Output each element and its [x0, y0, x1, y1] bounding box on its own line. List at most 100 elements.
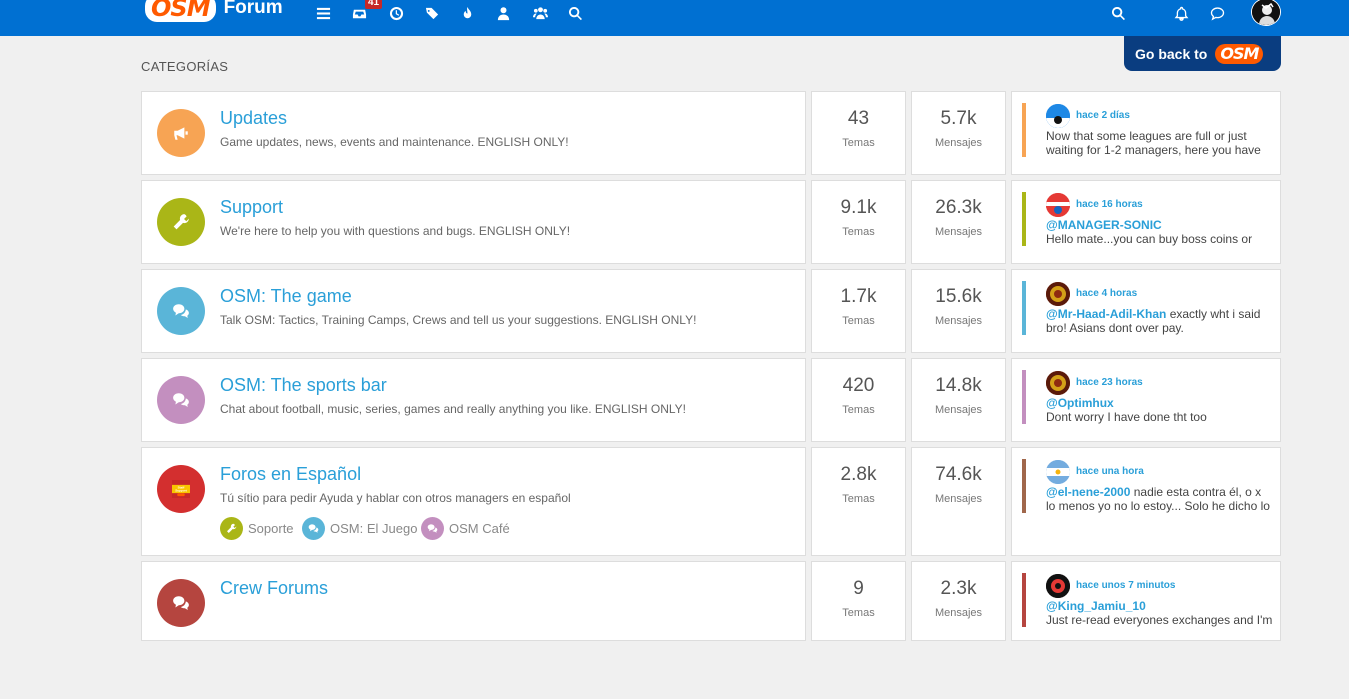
- last-post-text-line2: waiting for 1-2 managers, here you have: [1046, 143, 1261, 157]
- last-post[interactable]: hace 4 horas @Mr-Haad-Adil-Khan exactly …: [1011, 269, 1281, 353]
- categories-heading: CATEGORÍAS: [141, 59, 229, 74]
- poster-avatar[interactable]: [1046, 460, 1070, 484]
- topics-count-box: 9 Temas: [811, 561, 906, 641]
- subcategory-list: Soporte OSM: El Juego OSM Café: [220, 517, 720, 540]
- user-icon[interactable]: [494, 4, 512, 22]
- topics-label: Temas: [842, 404, 875, 416]
- poster-avatar[interactable]: [1046, 574, 1070, 598]
- last-post-user[interactable]: @King_Jamiu_10: [1046, 599, 1146, 613]
- last-post-time[interactable]: hace 4 horas: [1076, 288, 1137, 299]
- category-row-osm-the-sports-bar: OSM: The sports bar Chat about football,…: [141, 358, 1281, 442]
- posts-count-box: 26.3k Mensajes: [911, 180, 1006, 264]
- category-color-bar: [1022, 459, 1026, 513]
- osm-logo-small: OSM: [1215, 43, 1264, 64]
- subcategory-soporte[interactable]: Soporte: [220, 517, 294, 540]
- last-post-text-line2: Dont worry I have done tht too: [1046, 410, 1207, 424]
- last-post-text-line1: Now that some leagues are full or just: [1046, 129, 1247, 143]
- last-post[interactable]: hace 23 horas @Optimhux Dont worry I hav…: [1011, 358, 1281, 442]
- go-back-to-osm-button[interactable]: Go back to OSM: [1124, 36, 1281, 71]
- category-title[interactable]: OSM: The sports bar: [220, 375, 387, 396]
- category-main: Support We're here to help you with ques…: [141, 180, 806, 264]
- posts-label: Mensajes: [934, 607, 983, 619]
- last-post-user[interactable]: @MANAGER-SONIC: [1046, 218, 1162, 232]
- last-post-time[interactable]: hace 16 horas: [1076, 199, 1143, 210]
- comments-icon[interactable]: [157, 376, 205, 424]
- go-back-label: Go back to: [1135, 45, 1208, 62]
- comments-icon[interactable]: [157, 579, 205, 627]
- posts-count-box: 74.6k Mensajes: [911, 447, 1006, 556]
- category-description: Game updates, news, events and maintenan…: [220, 135, 569, 149]
- last-post-time[interactable]: hace 23 horas: [1076, 377, 1143, 388]
- poster-avatar[interactable]: [1046, 282, 1070, 306]
- last-post[interactable]: hace 2 días Now that some leagues are fu…: [1011, 91, 1281, 175]
- topics-count: 9: [853, 578, 864, 599]
- category-row-osm-the-game: OSM: The game Talk OSM: Tactics, Trainin…: [141, 269, 1281, 353]
- poster-avatar[interactable]: [1046, 193, 1070, 217]
- subcategory-label: OSM: El Juego: [330, 521, 418, 536]
- posts-label: Mensajes: [934, 315, 983, 327]
- topics-count-box: 43 Temas: [811, 91, 906, 175]
- posts-label: Mensajes: [934, 404, 983, 416]
- wrench-icon[interactable]: [157, 198, 205, 246]
- last-post[interactable]: hace 16 horas @MANAGER-SONIC Hello mate.…: [1011, 180, 1281, 264]
- header-search-icon[interactable]: [1109, 4, 1127, 22]
- category-main: Crew Forums: [141, 561, 806, 641]
- wrench-icon: [220, 517, 243, 540]
- brand[interactable]: OSM Forum: [145, 0, 283, 22]
- osm-logo[interactable]: OSM: [145, 0, 216, 22]
- category-row-support: Support We're here to help you with ques…: [141, 180, 1281, 264]
- poster-avatar[interactable]: [1046, 371, 1070, 395]
- list-icon[interactable]: [314, 4, 332, 22]
- bell-icon[interactable]: [1172, 4, 1190, 22]
- comments-icon[interactable]: [157, 287, 205, 335]
- fire-icon[interactable]: [458, 4, 476, 22]
- last-post-text-line1: @King_Jamiu_10: [1046, 599, 1276, 613]
- topics-label: Temas: [842, 493, 875, 505]
- megaphone-icon[interactable]: [157, 109, 205, 157]
- subcategory-osm-el-juego[interactable]: OSM: El Juego: [302, 517, 417, 540]
- last-post-time[interactable]: hace unos 7 minutos: [1076, 580, 1175, 591]
- poster-avatar[interactable]: [1046, 104, 1070, 128]
- last-post-text-line1: @MANAGER-SONIC: [1046, 218, 1276, 232]
- last-post[interactable]: hace unos 7 minutos @King_Jamiu_10 Just …: [1011, 561, 1281, 641]
- search-icon[interactable]: [566, 4, 584, 22]
- chat-icon[interactable]: [1208, 4, 1226, 22]
- category-color-bar: [1022, 281, 1026, 335]
- tags-icon[interactable]: [423, 4, 441, 22]
- last-post-text-line2: lo menos yo no lo estoy... Solo he dicho…: [1046, 499, 1270, 513]
- topics-label: Temas: [842, 315, 875, 327]
- staff-support-image[interactable]: Staff Support: [157, 465, 205, 513]
- category-color-bar: [1022, 370, 1026, 424]
- category-main: Updates Game updates, news, events and m…: [141, 91, 806, 175]
- brand-forum-title[interactable]: Forum: [224, 0, 283, 22]
- posts-count: 74.6k: [935, 464, 982, 485]
- category-title[interactable]: Foros en Español: [220, 464, 361, 485]
- last-post-time[interactable]: hace 2 días: [1076, 110, 1130, 121]
- posts-count-box: 15.6k Mensajes: [911, 269, 1006, 353]
- last-post-user[interactable]: @Optimhux: [1046, 396, 1114, 410]
- last-post-text-line1: @el-nene-2000 nadie esta contra él, o x: [1046, 485, 1262, 499]
- topics-count-box: 1.7k Temas: [811, 269, 906, 353]
- category-description: We're here to help you with questions an…: [220, 224, 571, 238]
- user-avatar[interactable]: [1251, 0, 1281, 26]
- topics-count-box: 2.8k Temas: [811, 447, 906, 556]
- topics-count-box: 9.1k Temas: [811, 180, 906, 264]
- last-post-text-line1: @Optimhux: [1046, 396, 1276, 410]
- category-title[interactable]: Crew Forums: [220, 578, 328, 599]
- last-post-text-line2: Just re-read everyones exchanges and I'm: [1046, 613, 1273, 627]
- clock-icon[interactable]: [387, 4, 405, 22]
- unread-badge: 41: [365, 0, 383, 9]
- category-description: Talk OSM: Tactics, Training Camps, Crews…: [220, 313, 697, 327]
- last-post-user[interactable]: @Mr-Haad-Adil-Khan: [1046, 307, 1166, 321]
- posts-count-box: 2.3k Mensajes: [911, 561, 1006, 641]
- category-title[interactable]: Updates: [220, 108, 287, 129]
- comments-icon: [421, 517, 444, 540]
- comments-icon: [302, 517, 325, 540]
- group-icon[interactable]: [531, 4, 549, 22]
- last-post-user[interactable]: @el-nene-2000: [1046, 485, 1130, 499]
- subcategory-osm-cafe[interactable]: OSM Café: [421, 517, 510, 540]
- category-title[interactable]: OSM: The game: [220, 286, 352, 307]
- last-post-time[interactable]: hace una hora: [1076, 466, 1144, 477]
- category-title[interactable]: Support: [220, 197, 283, 218]
- last-post[interactable]: hace una hora @el-nene-2000 nadie esta c…: [1011, 447, 1281, 556]
